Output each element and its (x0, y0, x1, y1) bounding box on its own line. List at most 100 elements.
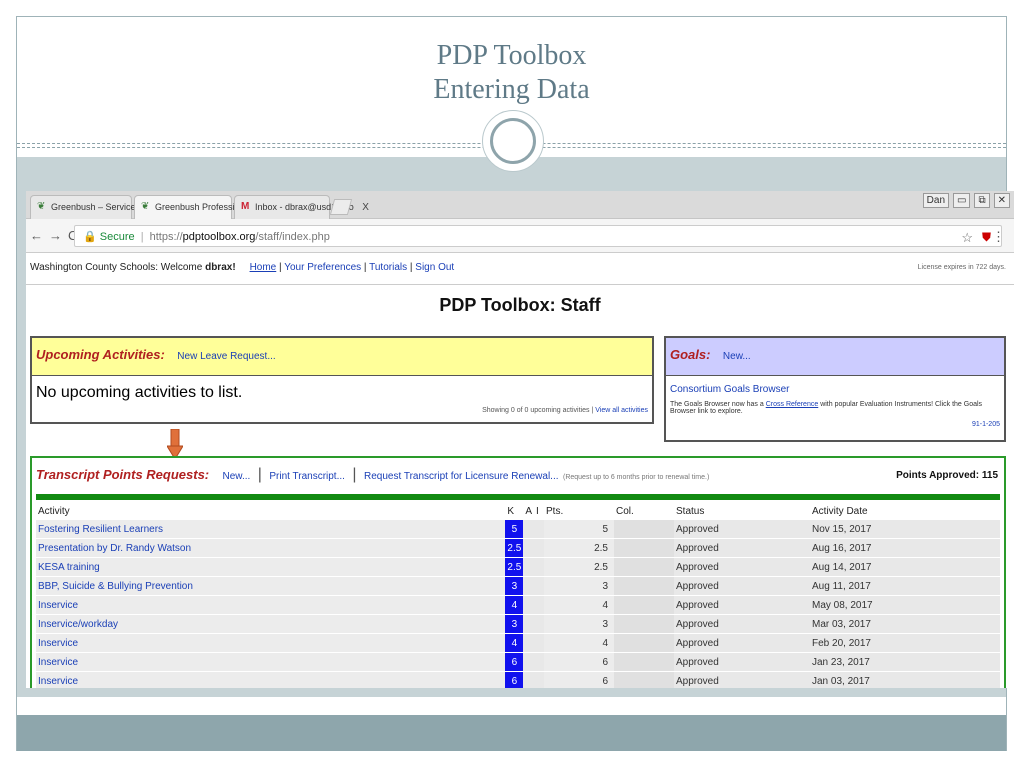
activity-date-cell: Aug 14, 2017 (810, 558, 1000, 576)
request-transcript-link[interactable]: Request Transcript for Licensure Renewal… (364, 471, 559, 482)
transcript-title: Transcript Points Requests: (36, 467, 210, 482)
back-arrow-icon[interactable]: ← (30, 228, 49, 243)
transcript-points-panel: Transcript Points Requests: New... | Pri… (30, 456, 1006, 688)
col-pts: Pts. (546, 505, 564, 517)
activity-link[interactable]: Presentation by Dr. Randy Watson (36, 539, 506, 557)
slide-subtitle: Entering Data (433, 74, 590, 105)
license-expiry: License expires in 722 days. (917, 264, 1006, 271)
table-row: Inservice 4 4 Approved Feb 20, 2017 (36, 634, 1000, 652)
table-header-row: Activity K A I Pts. Col. Status Activity… (36, 503, 1000, 519)
forward-arrow-icon[interactable]: → (49, 228, 68, 243)
minimize-icon[interactable]: ▭ (953, 193, 971, 208)
status-cell: Approved (674, 615, 810, 633)
consortium-goals-browser-link[interactable]: Consortium Goals Browser (670, 384, 789, 395)
new-transcript-request-link[interactable]: New... (222, 471, 250, 482)
new-leave-request-link[interactable]: New Leave Request... (177, 351, 275, 362)
k-points-badge: 5 (505, 520, 524, 538)
i-points-cell (534, 539, 544, 557)
restore-icon[interactable]: ⧉ (974, 193, 990, 208)
url-input[interactable]: 🔒 Secure | https://pdptoolbox.org/staff/… (74, 225, 1005, 247)
goals-panel: Goals: New... Consortium Goals Browser T… (664, 336, 1006, 442)
points-approved: Points Approved: 115 (896, 470, 998, 481)
col-cell (614, 558, 674, 576)
goals-title: Goals: (670, 347, 711, 362)
new-goal-link[interactable]: New... (723, 351, 751, 362)
browser-address-bar: ←→C 🔒 Secure | https://pdptoolbox.org/st… (26, 219, 1014, 253)
a-points-cell (523, 558, 534, 576)
pts-cell: 4 (544, 596, 614, 614)
org-welcome: Washington County Schools: Welcome (30, 262, 206, 273)
a-points-cell (523, 615, 534, 633)
activity-link[interactable]: Inservice (36, 672, 506, 688)
green-divider (36, 494, 1000, 500)
gmail-icon: M (241, 201, 250, 212)
cross-reference-link[interactable]: Cross Reference (766, 401, 819, 408)
k-points-badge: 3 (505, 577, 524, 595)
url-host: pdptoolbox.org (182, 231, 256, 243)
table-row: BBP, Suicide & Bullying Prevention 3 3 Appr… (36, 577, 1000, 595)
transcript-table: Activity K A I Pts. Col. Status Activity… (36, 502, 1000, 688)
pts-cell: 4 (544, 634, 614, 652)
pts-cell: 6 (544, 672, 614, 688)
activity-link[interactable]: Inservice (36, 596, 506, 614)
col-i: I (536, 505, 539, 517)
status-cell: Approved (674, 596, 810, 614)
profile-button[interactable]: Dan (922, 193, 950, 208)
upcoming-count: Showing 0 of 0 upcoming activities (482, 407, 590, 414)
activity-link[interactable]: Inservice/workday (36, 615, 506, 633)
status-cell: Approved (674, 558, 810, 576)
url-scheme: https:// (149, 231, 183, 243)
table-row: Inservice/workday 3 3 Approved Mar 03, 2017 (36, 615, 1000, 633)
nav-home-link[interactable]: Home (250, 262, 277, 273)
goals-header: Goals: New... (666, 338, 1004, 376)
activity-link[interactable]: Fostering Resilient Learners (36, 520, 506, 538)
page-topbar: Washington County Schools: Welcome dbrax… (26, 253, 1014, 285)
activity-link[interactable]: KESA training (36, 558, 506, 576)
table-row: Inservice 4 4 Approved May 08, 2017 (36, 596, 1000, 614)
activity-link[interactable]: BBP, Suicide & Bullying Prevention (36, 577, 506, 595)
col-cell (614, 539, 674, 557)
pts-cell: 6 (544, 653, 614, 671)
col-cell (614, 653, 674, 671)
status-cell: Approved (674, 672, 810, 688)
col-cell (614, 577, 674, 595)
k-points-badge: 6 (505, 653, 524, 671)
status-cell: Approved (674, 577, 810, 595)
upcoming-showing: Showing 0 of 0 upcoming activities | Vie… (482, 407, 648, 414)
tab-close-icon[interactable]: X (362, 202, 369, 213)
status-cell: Approved (674, 634, 810, 652)
status-cell: Approved (674, 520, 810, 538)
pdp-page: Washington County Schools: Welcome dbrax… (26, 253, 1014, 325)
page-title: PDP Toolbox: Staff (439, 295, 601, 315)
browser-tab-greenbush-professional[interactable]: ❦ Greenbush Professional X (134, 195, 267, 219)
browser-tab-greenbush-service[interactable]: ❦ Greenbush – Service, Inn X (30, 195, 168, 219)
a-points-cell (523, 577, 534, 595)
transcript-rows: Fostering Resilient Learners 5 5 Approved No… (36, 520, 1000, 688)
browser-tab-inbox[interactable]: M Inbox - dbrax@usd108.o X (234, 195, 369, 219)
col-activity: Activity (38, 505, 70, 517)
transcript-header: Transcript Points Requests: New... | Pri… (32, 458, 1004, 494)
transcript-note: (Request up to 6 months prior to renewal… (562, 474, 710, 481)
circle-ornament-inner (490, 118, 536, 164)
extension-shield-icon[interactable]: ⛊ (982, 230, 991, 245)
activity-date-cell: Feb 20, 2017 (810, 634, 1000, 652)
activity-link[interactable]: Inservice (36, 634, 506, 652)
nav-tutorials-link[interactable]: Tutorials (369, 262, 407, 273)
activity-link[interactable]: Inservice (36, 653, 506, 671)
view-all-activities-link[interactable]: View all activities (595, 407, 648, 414)
nav-preferences-link[interactable]: Your Preferences (284, 262, 361, 273)
nav-signout-link[interactable]: Sign Out (415, 262, 454, 273)
i-points-cell (534, 615, 544, 633)
menu-kebab-icon[interactable]: ⋮ (992, 229, 1005, 245)
col-status: Status (676, 505, 705, 517)
activity-date-cell: Aug 16, 2017 (810, 539, 1000, 557)
i-points-cell (534, 672, 544, 688)
greenbush-leaf-icon: ❦ (141, 201, 150, 212)
close-window-icon[interactable]: ✕ (993, 193, 1010, 208)
table-row: Inservice 6 6 Approved Jan 23, 2017 (36, 653, 1000, 671)
print-transcript-link[interactable]: Print Transcript... (269, 471, 345, 482)
bookmark-star-icon[interactable]: ☆ (961, 230, 973, 246)
separator: | (352, 466, 357, 483)
i-points-cell (534, 634, 544, 652)
a-points-cell (523, 672, 534, 688)
